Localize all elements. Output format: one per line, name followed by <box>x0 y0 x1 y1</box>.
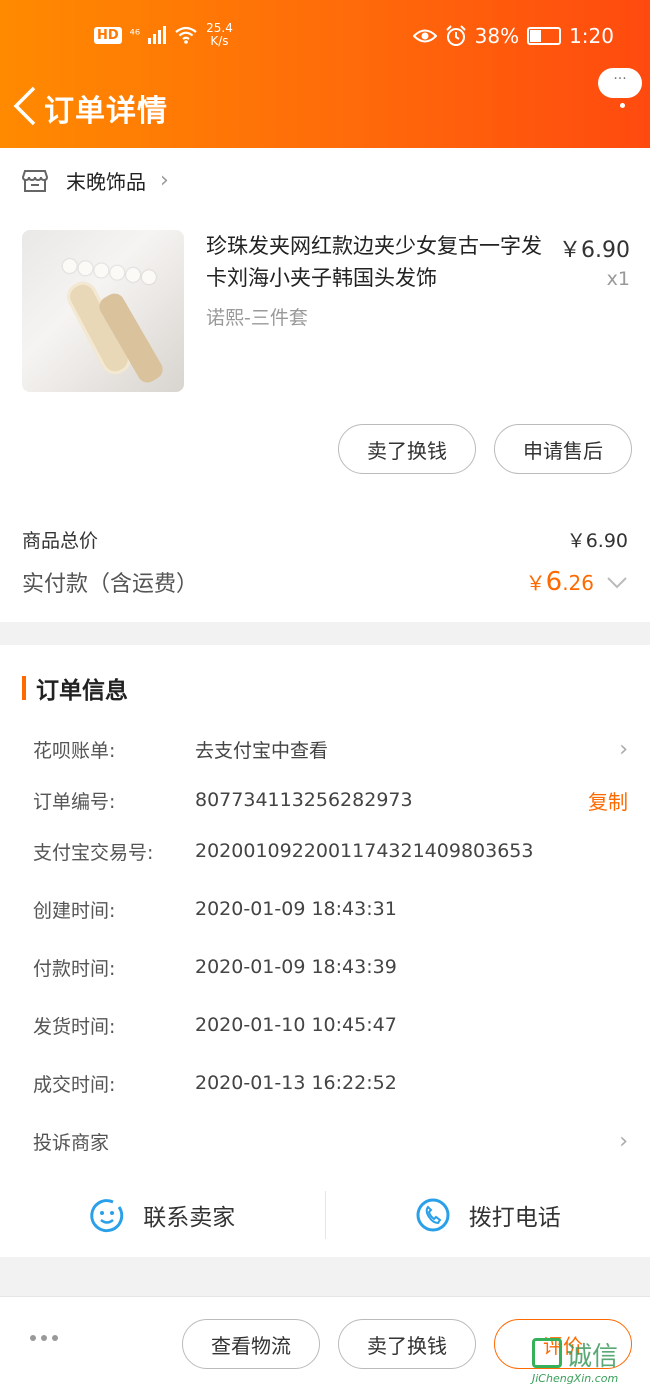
wifi-icon <box>175 26 197 44</box>
paid-time-row: 付款时间: 2020-01-09 18:43:39 <box>33 956 397 980</box>
more-horizontal-icon[interactable] <box>30 1335 58 1341</box>
copy-button[interactable]: 复制 <box>588 786 628 815</box>
order-number: 807734113256282973 <box>195 789 413 811</box>
product-image[interactable] <box>22 230 184 392</box>
alarm-icon <box>445 25 466 46</box>
order-info-title: 订单信息 <box>22 671 128 705</box>
page-title: 订单详情 <box>44 94 168 129</box>
call-phone-button[interactable]: 拨打电话 <box>326 1173 650 1257</box>
chevron-right-icon: › <box>160 168 169 193</box>
total-value: ￥6.90 <box>566 530 628 552</box>
signal-icon <box>148 26 167 44</box>
chevron-down-icon[interactable] <box>606 571 628 596</box>
accent-bar <box>22 676 26 700</box>
contact-bar: 联系卖家 拨打电话 <box>0 1173 650 1257</box>
chevron-right-icon: › <box>619 1128 628 1154</box>
sell-for-cash-button[interactable]: 卖了换钱 <box>338 424 476 474</box>
paid-row[interactable]: 实付款（含运费） ￥ 6 .26 <box>22 566 628 598</box>
paid-label: 实付款（含运费） <box>22 572 199 597</box>
more-dots-icon <box>620 92 626 114</box>
watermark-logo: 诚信 JiChengXin.com <box>532 1334 642 1386</box>
phone-icon <box>416 1198 450 1232</box>
status-bar: HD ⁴⁶ 25.4 K/s 38% 1:20 <box>0 22 650 56</box>
shop-name: 末晚饰品 <box>66 170 146 194</box>
product-sku: 诺熙-三件套 <box>206 307 308 329</box>
battery-percent: 38% <box>474 24 520 48</box>
shop-link[interactable]: 末晚饰品 › <box>22 166 169 195</box>
nav-bar: 订单详情 ··· <box>0 68 650 134</box>
product-price: ￥6.90 <box>559 238 630 263</box>
after-sales-button[interactable]: 申请售后 <box>494 424 632 474</box>
chevron-right-icon: › <box>619 736 628 762</box>
completed-time-row: 成交时间: 2020-01-13 16:22:52 <box>33 1072 397 1096</box>
order-info-card: 订单信息 花呗账单: 去支付宝中查看 › 订单编号: 8077341132562… <box>0 645 650 1257</box>
back-icon[interactable] <box>12 86 38 133</box>
battery-icon <box>527 27 562 45</box>
eye-icon <box>412 29 437 43</box>
sell-for-cash-bottom-button[interactable]: 卖了换钱 <box>338 1319 476 1369</box>
huabei-bill-row[interactable]: 花呗账单: 去支付宝中查看 › <box>33 734 628 764</box>
order-number-row: 订单编号: 807734113256282973 复制 <box>33 785 628 815</box>
alipay-trade-row: 支付宝交易号: 2020010922001174321409803653 <box>33 840 534 864</box>
header: HD ⁴⁶ 25.4 K/s 38% 1:20 订单详情 ··· <box>0 0 650 148</box>
product-title[interactable]: 珍珠发夹网红款边夹少女复古一字发卡刘海小夹子韩国头发饰 <box>206 230 542 294</box>
store-icon <box>22 169 48 192</box>
clock: 1:20 <box>569 24 614 48</box>
total-label: 商品总价 <box>22 530 99 552</box>
complain-seller-row[interactable]: 投诉商家 › <box>33 1126 628 1156</box>
created-time-row: 创建时间: 2020-01-09 18:43:31 <box>33 898 397 922</box>
contact-seller-button[interactable]: 联系卖家 <box>0 1173 325 1257</box>
hd-badge: HD <box>94 26 122 44</box>
network-type: ⁴⁶ <box>129 27 141 43</box>
more-menu-button[interactable]: ··· <box>598 68 642 124</box>
product-quantity: x1 <box>606 268 630 290</box>
chat-smile-icon <box>90 1199 124 1233</box>
paid-amount: ￥ 6 .26 <box>526 567 628 597</box>
shipped-time-row: 发货时间: 2020-01-10 10:45:47 <box>33 1014 397 1038</box>
total-row: 商品总价 ￥6.90 <box>22 526 628 553</box>
view-logistics-button[interactable]: 查看物流 <box>182 1319 320 1369</box>
net-speed: 25.4 K/s <box>206 21 233 48</box>
bottom-action-bar: 查看物流 卖了换钱 评价 诚信 JiChengXin.com <box>0 1296 650 1390</box>
product-card: 末晚饰品 › 珍珠发夹网红款边夹少女复古一字发卡刘海小夹子韩国头发饰 诺熙-三件… <box>0 148 650 622</box>
